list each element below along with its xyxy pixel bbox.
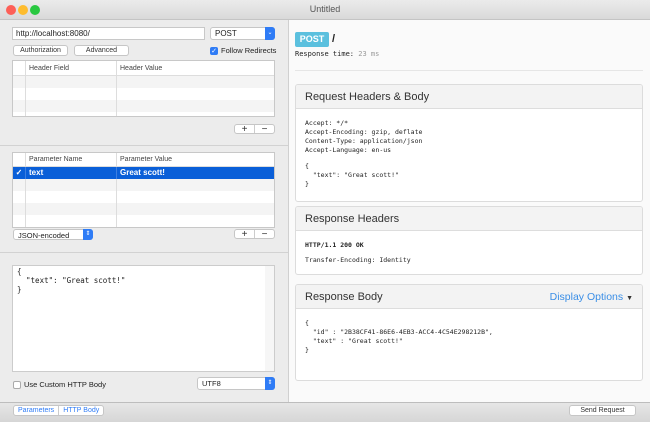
table-row[interactable] bbox=[13, 88, 274, 100]
follow-redirects-checkbox[interactable]: ✓ bbox=[210, 47, 218, 55]
column-parameter-value[interactable]: Parameter Value bbox=[117, 153, 274, 166]
close-window-button[interactable] bbox=[6, 5, 16, 15]
parameters-table: Parameter Name Parameter Value ✓ text Great… bbox=[12, 152, 275, 228]
encoding-select[interactable]: JSON-encoded ⇕ bbox=[13, 229, 93, 240]
panel-title: Response Headers bbox=[296, 207, 642, 231]
panel-title: Request Headers & Body bbox=[296, 85, 642, 109]
table-row[interactable] bbox=[13, 100, 274, 112]
request-body-text: { "text": "Great scott!" } bbox=[305, 162, 399, 188]
table-row[interactable] bbox=[13, 112, 274, 116]
advanced-button[interactable]: Advanced bbox=[74, 45, 129, 56]
panel-title: Response Body bbox=[305, 291, 383, 303]
column-header-value[interactable]: Header Value bbox=[117, 61, 274, 75]
param-enabled-checkbox[interactable]: ✓ bbox=[13, 167, 26, 179]
table-row[interactable] bbox=[13, 191, 274, 203]
divider bbox=[0, 145, 288, 146]
method-badge: POST bbox=[295, 32, 329, 47]
response-headers-panel: Response Headers HTTP/1.1 200 OK Transfe… bbox=[295, 206, 643, 275]
response-status: HTTP/1.1 200 OK bbox=[305, 241, 364, 249]
minimize-window-button[interactable] bbox=[18, 5, 28, 15]
chevron-updown-icon: ⇕ bbox=[265, 377, 275, 390]
add-header-button[interactable]: + bbox=[235, 125, 254, 135]
table-row[interactable] bbox=[13, 76, 274, 88]
charset-select[interactable]: UTF8 ⇕ bbox=[197, 377, 275, 390]
divider bbox=[0, 252, 288, 253]
method-value: POST bbox=[215, 29, 237, 38]
tab-parameters[interactable]: Parameters bbox=[14, 406, 58, 415]
param-value[interactable]: Great scott! bbox=[117, 167, 274, 179]
response-path: / bbox=[332, 33, 336, 45]
tab-http-body[interactable]: HTTP Body bbox=[58, 406, 103, 415]
divider bbox=[295, 70, 643, 71]
table-row[interactable]: ✓ text Great scott! bbox=[13, 167, 274, 179]
headers-table: Header Field Header Value bbox=[12, 60, 275, 117]
http-body-textarea[interactable]: { "text": "Great scott!" } bbox=[12, 265, 266, 372]
caret-down-icon: ▼ bbox=[626, 295, 633, 302]
url-input[interactable]: http://localhost:8080/ bbox=[12, 27, 205, 40]
display-options-label: Display Options bbox=[549, 291, 624, 303]
send-request-button[interactable]: Send Request bbox=[569, 405, 636, 416]
encoding-value: JSON-encoded bbox=[18, 231, 70, 240]
response-body-panel: Response Body Display Options ▼ { "id" :… bbox=[295, 284, 643, 381]
use-custom-body-checkbox[interactable] bbox=[13, 381, 21, 389]
table-row[interactable] bbox=[13, 203, 274, 215]
table-row[interactable] bbox=[13, 215, 274, 227]
response-time-label: Response time: bbox=[295, 50, 355, 58]
table-row[interactable] bbox=[13, 179, 274, 191]
body-scrollbar[interactable] bbox=[265, 265, 275, 372]
chevron-down-icon: ⌄ bbox=[265, 27, 275, 40]
zoom-window-button[interactable] bbox=[30, 5, 40, 15]
params-add-remove: + − bbox=[234, 229, 275, 240]
follow-redirects-label: Follow Redirects bbox=[221, 46, 277, 55]
column-parameter-name[interactable]: Parameter Name bbox=[26, 153, 117, 166]
response-body-text: { "id" : "2B38CF41-86E6-4EB3-ACC4-4C54E2… bbox=[305, 319, 493, 354]
chevron-updown-icon: ⇕ bbox=[83, 229, 93, 240]
response-time: Response time: 23 ms bbox=[295, 50, 379, 59]
charset-value: UTF8 bbox=[202, 379, 221, 388]
title-bar: Untitled bbox=[0, 0, 650, 20]
use-custom-body-label: Use Custom HTTP Body bbox=[24, 380, 106, 389]
response-time-value: 23 ms bbox=[358, 50, 380, 58]
request-headers-text: Accept: */* Accept-Encoding: gzip, defla… bbox=[305, 119, 423, 154]
request-headers-panel: Request Headers & Body Accept: */* Accep… bbox=[295, 84, 643, 202]
remove-header-button[interactable]: − bbox=[254, 125, 274, 135]
window-title: Untitled bbox=[309, 4, 341, 14]
add-parameter-button[interactable]: + bbox=[235, 230, 254, 240]
headers-add-remove: + − bbox=[234, 124, 275, 135]
param-name[interactable]: text bbox=[26, 167, 117, 179]
display-options-button[interactable]: Display Options ▼ bbox=[550, 285, 633, 311]
method-select[interactable]: POST ⌄ bbox=[210, 27, 275, 40]
remove-parameter-button[interactable]: − bbox=[254, 230, 274, 240]
body-mode-tabs: Parameters HTTP Body bbox=[13, 405, 105, 416]
authorization-button[interactable]: Authorization bbox=[13, 45, 68, 56]
column-header-field[interactable]: Header Field bbox=[26, 61, 117, 75]
response-headers-text: Transfer-Encoding: Identity bbox=[305, 256, 411, 264]
